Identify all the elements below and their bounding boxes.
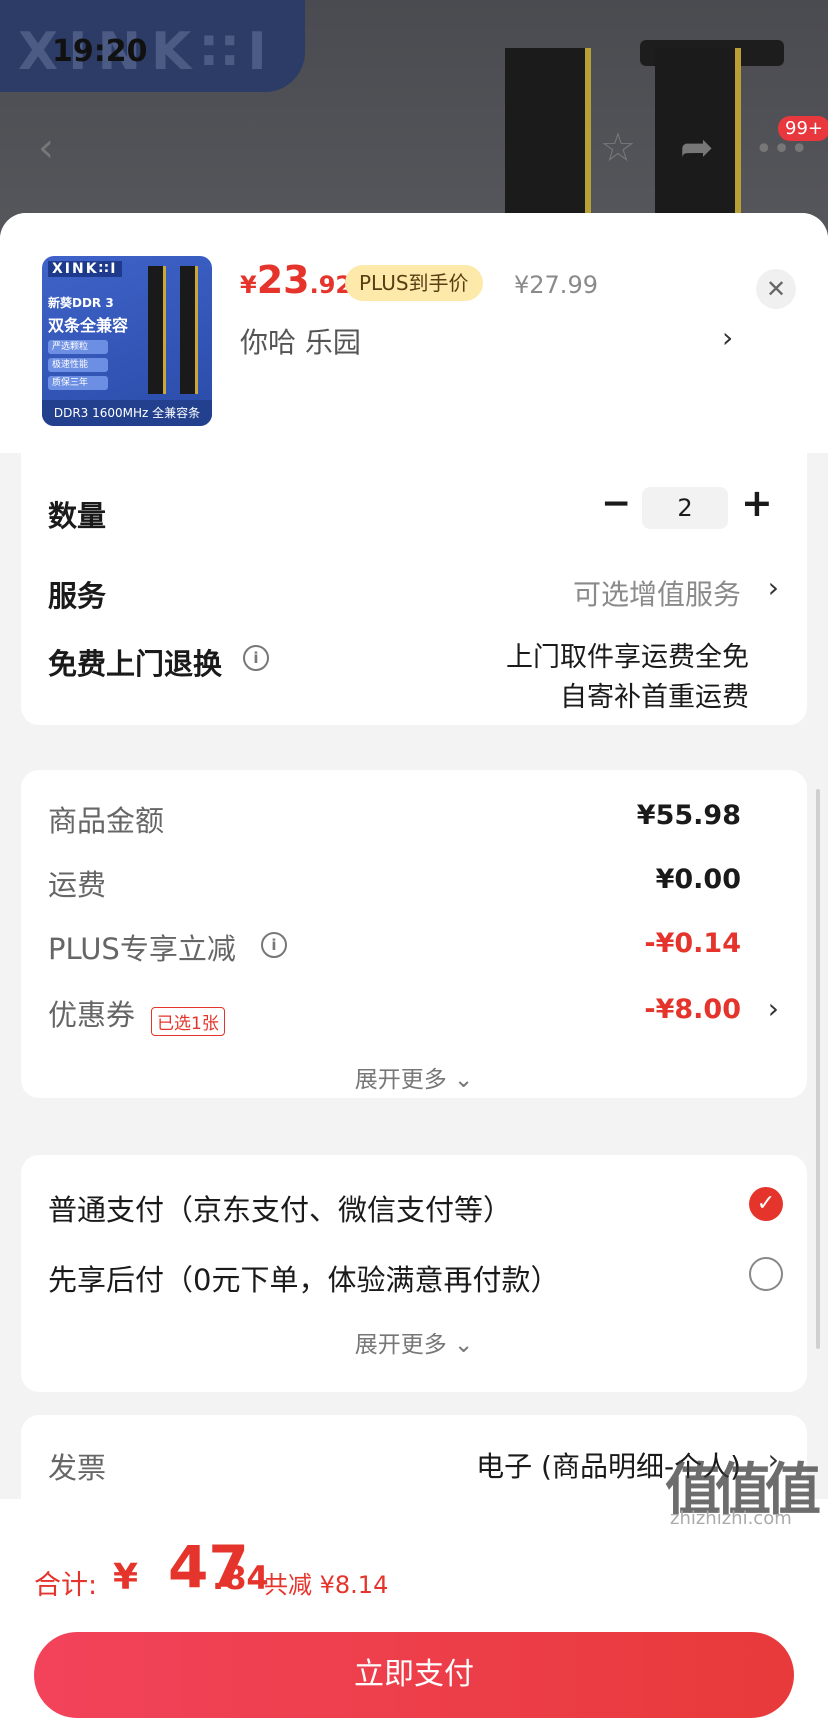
service-label: 服务	[48, 579, 107, 613]
invoice-label: 发票	[48, 1451, 107, 1485]
payment-expand-more[interactable]: 展开更多 ⌄	[21, 1325, 807, 1359]
payment-option-normal[interactable]: 普通支付（京东支付、微信支付等）	[48, 1187, 512, 1229]
free-return-label: 免费上门退换	[48, 647, 223, 681]
message-badge: 99+	[778, 116, 828, 141]
product-header: XINK∷I 新葵DDR 3 双条全兼容 严选颗粒 极速性能 质保三年 DDR3…	[0, 213, 828, 453]
scrollbar[interactable]	[816, 789, 820, 1349]
status-time: 19:20	[52, 34, 148, 69]
coupon-chevron-icon[interactable]: ›	[768, 992, 779, 1025]
ram-stick-image	[148, 266, 166, 394]
thumbnail-tag: 严选颗粒	[48, 340, 108, 354]
plus-price-tag: PLUS到手价	[345, 265, 483, 301]
checkout-bar: 合计: ¥ 47 .84 共减 ¥8.14 立即支付	[0, 1499, 828, 1734]
total-label: 合计:	[34, 1570, 98, 1601]
quantity-input[interactable]: 2	[642, 487, 728, 529]
radio-unchecked-icon[interactable]	[749, 1257, 783, 1291]
quantity-plus-button[interactable]: +	[741, 481, 773, 525]
price-summary-card: 商品金额 ¥55.98 运费 ¥0.00 PLUS专享立减 i -¥0.14 优…	[21, 770, 807, 1098]
thumbnail-footer: DDR3 1600MHz 全兼容条	[42, 400, 212, 426]
plus-info-icon[interactable]: i	[261, 932, 287, 958]
goods-amount-value: ¥55.98	[636, 800, 741, 831]
product-thumbnail: XINK∷I 新葵DDR 3 双条全兼容 严选颗粒 极速性能 质保三年 DDR3…	[42, 256, 212, 426]
back-icon[interactable]: ‹	[38, 125, 54, 171]
spec-chevron-icon[interactable]: ›	[722, 321, 733, 354]
goods-amount-label: 商品金额	[48, 804, 165, 838]
total-symbol: ¥	[113, 1557, 139, 1598]
plus-discount-label: PLUS专享立减	[48, 932, 236, 966]
share-icon[interactable]: ➦	[680, 125, 714, 171]
plus-discount-value: -¥0.14	[644, 928, 741, 959]
payment-method-card: 普通支付（京东支付、微信支付等） ✓ 先享后付（0元下单，体验满意再付款） 展开…	[21, 1155, 807, 1392]
shipping-value: ¥0.00	[655, 864, 741, 895]
options-card: 数量 − 2 + 服务 可选增值服务 › 免费上门退换 i 上门取件享运费全免 …	[21, 453, 807, 725]
close-button[interactable]: ✕	[756, 269, 796, 309]
service-chevron-icon[interactable]: ›	[768, 571, 779, 604]
background-ram-image	[505, 48, 591, 240]
thumbnail-tag: 质保三年	[48, 376, 108, 390]
favorite-star-icon[interactable]: ☆	[600, 125, 636, 171]
return-info-icon[interactable]: i	[243, 645, 269, 671]
thumbnail-brand: XINK∷I	[48, 261, 122, 277]
original-price: ¥27.99	[514, 271, 598, 299]
thumbnail-tag: 极速性能	[48, 358, 108, 372]
background-product-page: XINK∷I 19:20 ‹ ☆ ➦ ••• 99+ 新葵DDR3	[0, 0, 828, 240]
total-discount: 共减 ¥8.14	[264, 1571, 389, 1599]
shipping-label: 运费	[48, 868, 107, 902]
price-integer: 23	[256, 258, 310, 302]
selected-spec[interactable]: 你哈 乐园	[240, 321, 361, 361]
summary-expand-more[interactable]: 展开更多 ⌄	[21, 1060, 807, 1094]
background-brand-banner: XINK∷I	[0, 0, 305, 92]
return-info-line1: 上门取件享运费全免	[506, 642, 749, 673]
coupon-selected-badge: 已选1张	[151, 1007, 225, 1036]
thumbnail-line1: 新葵DDR 3	[48, 296, 114, 310]
pay-now-button[interactable]: 立即支付	[34, 1632, 794, 1718]
service-value[interactable]: 可选增值服务	[573, 573, 741, 613]
site-watermark-url: zhizhizhi.com	[670, 1508, 792, 1529]
quantity-label: 数量	[48, 499, 107, 533]
thumbnail-line2: 双条全兼容	[48, 316, 129, 335]
product-price: ¥23.92	[240, 258, 352, 302]
payment-option-pay-later[interactable]: 先享后付（0元下单，体验满意再付款）	[48, 1257, 559, 1299]
return-info-line2: 自寄补首重运费	[560, 682, 749, 713]
total-decimal: .84	[212, 1559, 269, 1597]
radio-checked-icon[interactable]: ✓	[749, 1187, 783, 1221]
coupon-label: 优惠券	[48, 998, 136, 1032]
coupon-value[interactable]: -¥8.00	[644, 994, 741, 1025]
quantity-minus-button[interactable]: −	[601, 483, 631, 524]
price-symbol: ¥	[240, 271, 257, 299]
ram-stick-image	[180, 266, 198, 394]
